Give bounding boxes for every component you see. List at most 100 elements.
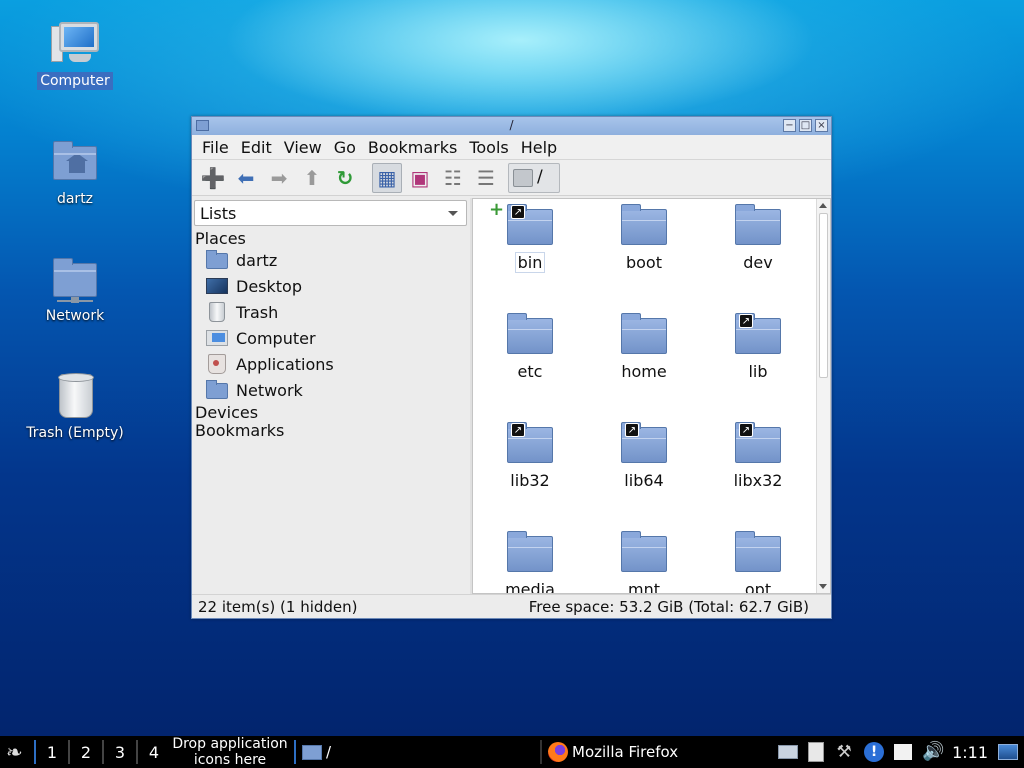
desktop-icon-trash[interactable]: Trash (Empty): [20, 372, 130, 442]
compact-view-button[interactable]: ☷: [438, 163, 468, 193]
bookmarks-header[interactable]: Bookmarks: [195, 421, 284, 440]
up-arrow-icon: ⬆: [303, 165, 321, 190]
new-tab-button[interactable]: ➕: [198, 163, 228, 193]
file-item-etc[interactable]: etc: [485, 312, 575, 408]
detailed-view-button[interactable]: ☰: [471, 163, 501, 193]
tools-icon[interactable]: ⚒: [834, 742, 854, 762]
trash-icon: [51, 372, 99, 420]
trash-icon: [209, 302, 225, 322]
file-label: lib32: [510, 471, 550, 490]
desktop-icon-computer[interactable]: Computer: [20, 20, 130, 90]
back-button[interactable]: ⬅: [231, 163, 261, 193]
desktop-switch-2[interactable]: 2: [72, 743, 100, 762]
free-space: Free space: 53.2 GiB (Total: 62.7 GiB): [528, 597, 809, 616]
sidebar-item-label: Computer: [236, 328, 316, 348]
window-title: /: [509, 118, 514, 132]
sidebar-item-trash[interactable]: Trash: [206, 300, 278, 324]
symlink-icon: ↗: [625, 423, 639, 437]
menu-help[interactable]: Help: [515, 138, 563, 157]
menu-go[interactable]: Go: [328, 138, 362, 157]
clock[interactable]: 1:11: [952, 743, 988, 762]
icon-view-button[interactable]: ▦: [372, 162, 402, 193]
notes-icon[interactable]: [894, 744, 913, 760]
sidebar-item-network[interactable]: Network: [206, 378, 303, 402]
show-desktop-icon[interactable]: [998, 744, 1018, 760]
task-label: /: [326, 743, 332, 761]
desktop-icon: [206, 278, 228, 294]
desktop-icon-dartz[interactable]: dartz: [20, 138, 130, 208]
file-label: media: [505, 580, 555, 594]
file-item-lib64[interactable]: ↗ lib64: [599, 421, 689, 517]
scroll-down-icon[interactable]: [819, 584, 827, 589]
menu-file[interactable]: File: [196, 138, 235, 157]
desktop-switch-1[interactable]: 1: [38, 743, 66, 762]
clipboard-icon[interactable]: [808, 742, 825, 762]
network-status-icon[interactable]: [778, 745, 799, 759]
menu-tools[interactable]: Tools: [463, 138, 514, 157]
task-button-firefox[interactable]: Mozilla Firefox: [544, 738, 774, 766]
devices-header[interactable]: Devices: [195, 403, 258, 422]
file-item-mnt[interactable]: mnt: [599, 530, 689, 593]
file-item-bin[interactable]: ↗ bin: [485, 203, 575, 299]
maximize-button[interactable]: □: [799, 119, 812, 132]
file-item-home[interactable]: home: [599, 312, 689, 408]
status-bar: 22 item(s) (1 hidden) Free space: 53.2 G…: [192, 594, 831, 618]
home-folder-icon: [51, 138, 99, 186]
window-titlebar[interactable]: / − □ ×: [192, 117, 831, 135]
menu-edit[interactable]: Edit: [235, 138, 278, 157]
file-item-opt[interactable]: opt: [713, 530, 803, 593]
desktop-icon-label: dartz: [56, 191, 94, 207]
thumbnail-view-button[interactable]: ▣: [405, 163, 435, 193]
file-item-lib32[interactable]: ↗ lib32: [485, 421, 575, 517]
file-manager-window: / − □ × File Edit View Go Bookmarks Tool…: [191, 116, 832, 619]
compact-view-icon: ☷: [444, 165, 462, 190]
path-button[interactable]: /: [508, 162, 560, 193]
file-label: bin: [514, 252, 546, 273]
desktop-switch-4[interactable]: 4: [140, 743, 168, 762]
folder-view[interactable]: + ↗ bin boot dev etc home ↗ lib ↗ lib32 …: [472, 198, 831, 594]
lxde-logo-icon: ❧: [6, 740, 23, 764]
vertical-scrollbar[interactable]: [816, 199, 830, 593]
sidebar-item-dartz[interactable]: dartz: [206, 248, 277, 272]
file-label: lib64: [624, 471, 664, 490]
file-item-dev[interactable]: dev: [713, 203, 803, 299]
folder-icon: [302, 744, 322, 760]
menu-view[interactable]: View: [278, 138, 328, 157]
scrollbar-thumb[interactable]: [819, 213, 828, 378]
volume-icon[interactable]: 🔊: [922, 742, 944, 762]
scroll-up-icon[interactable]: [819, 203, 827, 208]
reload-button[interactable]: ↻: [330, 163, 360, 193]
symlink-icon: ↗: [511, 205, 525, 219]
start-menu-button[interactable]: ❧: [0, 736, 32, 768]
computer-icon: [206, 330, 228, 346]
sidebar-item-desktop[interactable]: Desktop: [206, 274, 302, 298]
update-notifier-icon[interactable]: !: [864, 742, 885, 762]
places-header[interactable]: Places: [195, 229, 246, 248]
up-button[interactable]: ⬆: [297, 163, 327, 193]
side-pane: Lists Places dartz Desktop Trash Compute…: [192, 198, 470, 594]
file-item-media[interactable]: media: [485, 530, 575, 594]
desktop-icon-label: Trash (Empty): [26, 425, 124, 441]
file-item-boot[interactable]: boot: [599, 203, 689, 299]
close-button[interactable]: ×: [815, 119, 828, 132]
menu-bookmarks[interactable]: Bookmarks: [362, 138, 463, 157]
folder-icon: [507, 531, 553, 572]
sidebar-item-computer[interactable]: Computer: [206, 326, 316, 350]
file-item-libx32[interactable]: ↗ libx32: [713, 421, 803, 517]
desktop-icon-network[interactable]: Network: [20, 255, 130, 325]
sidebar-item-applications[interactable]: Applications: [206, 352, 334, 376]
path-label: /: [537, 166, 543, 187]
folder-icon: [735, 531, 781, 572]
file-item-lib[interactable]: ↗ lib: [713, 312, 803, 408]
folder-icon: [621, 204, 667, 245]
side-pane-mode-select[interactable]: Lists: [194, 200, 467, 226]
desktop-switch-3[interactable]: 3: [106, 743, 134, 762]
file-label: home: [621, 362, 667, 381]
toolbar: ➕ ⬅ ➡ ⬆ ↻ ▦ ▣ ☷ ☰ /: [192, 160, 831, 196]
item-count: 22 item(s) (1 hidden): [198, 597, 358, 616]
file-label: boot: [625, 253, 662, 272]
firefox-icon: [548, 742, 568, 762]
forward-button[interactable]: ➡: [264, 163, 294, 193]
minimize-button[interactable]: −: [783, 119, 796, 132]
task-button-file-manager[interactable]: /: [298, 738, 538, 766]
